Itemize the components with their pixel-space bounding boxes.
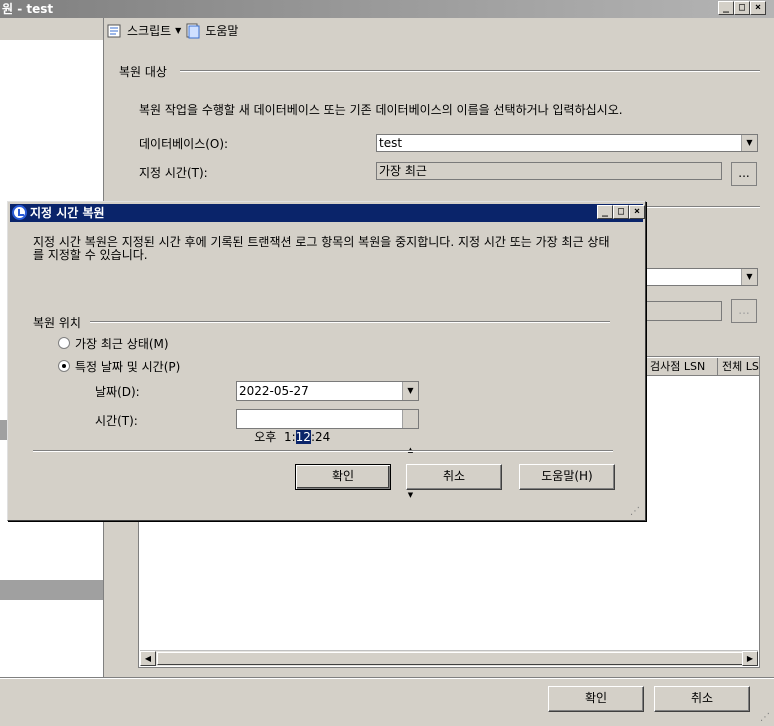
restore-target-group-title: 복원 대상 <box>119 65 167 79</box>
resize-grip-icon[interactable]: ⋰ <box>760 712 772 724</box>
database-combo[interactable]: test ▼ <box>376 134 758 152</box>
restore-to-label: 복원 위치 <box>33 316 81 330</box>
chevron-down-icon[interactable]: ▼ <box>741 269 757 285</box>
time-label: 시간(T): <box>95 414 138 428</box>
window-titlebar: 원 - test _ □ × <box>0 0 774 18</box>
date-label: 날짜(D): <box>95 385 140 399</box>
close-button[interactable]: × <box>750 1 766 15</box>
horizontal-scrollbar[interactable]: ◀ ▶ <box>140 650 758 666</box>
dialog-window-controls: _ □ × <box>597 205 645 219</box>
source-combo[interactable]: ▼ <box>646 268 758 286</box>
dialog-help-button[interactable]: 도움말(H) <box>519 464 615 490</box>
toolbar: 스크립트 ▼ 도움말 <box>107 22 238 39</box>
dialog-title: 지정 시간 복원 <box>30 206 105 220</box>
maximize-button[interactable]: □ <box>734 1 750 15</box>
script-button[interactable]: 스크립트 <box>127 22 171 39</box>
time-selected-segment[interactable]: 12 <box>295 430 311 444</box>
group-divider <box>180 70 760 72</box>
point-in-time-label: 지정 시간(T): <box>139 166 208 180</box>
most-recent-radio[interactable] <box>58 337 70 349</box>
window-title: 원 - test <box>2 2 54 16</box>
help-button[interactable]: 도움말 <box>205 22 238 39</box>
date-picker[interactable]: 2022-05-27 ▼ <box>236 381 419 401</box>
database-label: 데이터베이스(O): <box>139 137 229 151</box>
dialog-titlebar: 지정 시간 복원 _ □ × <box>10 204 645 222</box>
dialog-description: 지정 시간 복원은 지정된 시간 후에 기록된 트랜잭션 로그 항목의 복원을 … <box>33 235 610 262</box>
dialog-ok-button[interactable]: 확인 <box>295 464 391 490</box>
point-in-time-field: 가장 최근 <box>376 162 722 180</box>
close-button[interactable]: × <box>629 205 645 219</box>
help-icon <box>185 23 201 39</box>
scroll-left-icon[interactable]: ◀ <box>140 651 156 666</box>
column-header[interactable]: 검사점 LSN <box>645 358 717 376</box>
source-browse-button: ... <box>731 299 757 323</box>
window-controls: _ □ × <box>718 1 766 15</box>
time-suffix: :24 <box>310 430 331 444</box>
point-in-time-dialog: 지정 시간 복원 _ □ × 지정 시간 복원은 지정된 시간 후에 기록된 트… <box>7 201 646 521</box>
footer-divider <box>0 677 774 679</box>
source-device-field <box>646 301 722 321</box>
restore-target-description: 복원 작업을 수행할 새 데이터베이스 또는 기존 데이터베이스의 이름을 선택… <box>139 103 623 117</box>
ok-button[interactable]: 확인 <box>548 686 644 712</box>
chevron-down-icon[interactable]: ▼ <box>402 382 418 400</box>
left-pane-header <box>0 18 103 40</box>
most-recent-label[interactable]: 가장 최근 상태(M) <box>75 335 169 352</box>
scroll-thumb[interactable] <box>157 652 743 665</box>
group-divider <box>646 206 760 208</box>
time-picker[interactable]: 오후 1:12:24 ▲ ▼ <box>236 409 419 499</box>
chevron-down-icon[interactable]: ▼ <box>741 135 757 151</box>
minimize-button[interactable]: _ <box>597 205 613 219</box>
minimize-button[interactable]: _ <box>718 1 734 15</box>
spin-down-icon[interactable]: ▼ <box>403 491 418 500</box>
column-header[interactable]: 전체 LS <box>717 358 759 376</box>
scroll-right-icon[interactable]: ▶ <box>742 651 758 666</box>
date-value: 2022-05-27 <box>239 384 309 398</box>
database-value: test <box>379 136 403 150</box>
chevron-down-icon[interactable]: ▼ <box>175 26 181 35</box>
specific-time-radio[interactable] <box>58 360 70 372</box>
dialog-divider <box>33 450 613 452</box>
dialog-cancel-button[interactable]: 취소 <box>406 464 502 490</box>
group-divider <box>90 321 610 323</box>
resize-grip-icon[interactable]: ⋰ <box>630 506 642 518</box>
point-in-time-browse-button[interactable]: ... <box>731 162 757 186</box>
time-spinner[interactable]: ▲ ▼ <box>402 410 418 499</box>
point-in-time-value: 가장 최근 <box>379 164 427 178</box>
left-pane-section-band <box>0 580 103 600</box>
maximize-button[interactable]: □ <box>613 205 629 219</box>
clock-icon <box>12 205 27 220</box>
script-icon <box>107 23 123 39</box>
cancel-button[interactable]: 취소 <box>654 686 750 712</box>
specific-time-label[interactable]: 특정 날짜 및 시간(P) <box>75 358 180 375</box>
time-prefix: 오후 1: <box>254 430 296 444</box>
